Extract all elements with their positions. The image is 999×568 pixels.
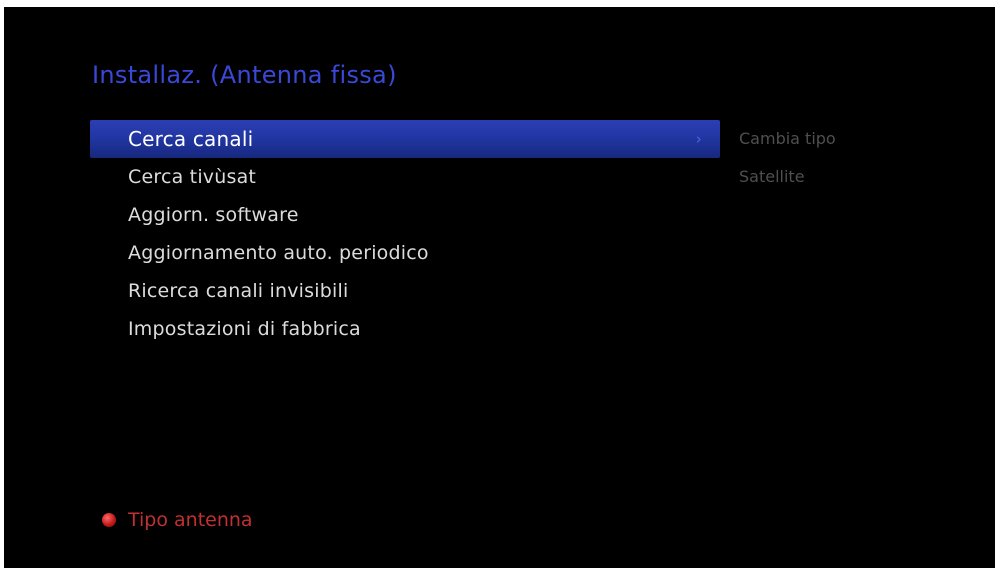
menu-item-label: Cerca tivùsat: [128, 166, 257, 188]
menu-item-label: Aggiorn. software: [128, 204, 299, 226]
option-info-value: Satellite: [739, 167, 805, 186]
menu-item-impostazioni-di-fabbrica[interactable]: Impostazioni di fabbrica: [90, 310, 720, 348]
menu-item-cerca-canali[interactable]: Cerca canali ›: [90, 120, 720, 158]
menu-item-label: Impostazioni di fabbrica: [128, 318, 361, 340]
menu-item-label: Ricerca canali invisibili: [128, 280, 349, 302]
menu-item-cerca-tivusat[interactable]: Cerca tivùsat: [90, 158, 720, 196]
option-info-panel: Cambia tipo Satellite: [739, 128, 979, 204]
page-title: Installaz. (Antenna fissa): [92, 61, 397, 89]
menu-item-aggiorn-software[interactable]: Aggiorn. software: [90, 196, 720, 234]
chevron-right-icon: ›: [695, 130, 702, 148]
red-button-icon: [102, 513, 116, 527]
installation-menu: Cerca canali › Cerca tivùsat Aggiorn. so…: [90, 120, 720, 348]
menu-item-aggiornamento-auto-periodico[interactable]: Aggiornamento auto. periodico: [90, 234, 720, 272]
menu-item-label: Cerca canali: [128, 127, 254, 151]
tv-screen: Installaz. (Antenna fissa) Cerca canali …: [4, 7, 995, 568]
red-key-hint[interactable]: Tipo antenna: [102, 509, 253, 531]
option-info-label: Cambia tipo: [739, 129, 836, 148]
red-key-hint-label: Tipo antenna: [128, 509, 253, 531]
menu-item-label: Aggiornamento auto. periodico: [128, 242, 429, 264]
menu-item-ricerca-canali-invisibili[interactable]: Ricerca canali invisibili: [90, 272, 720, 310]
